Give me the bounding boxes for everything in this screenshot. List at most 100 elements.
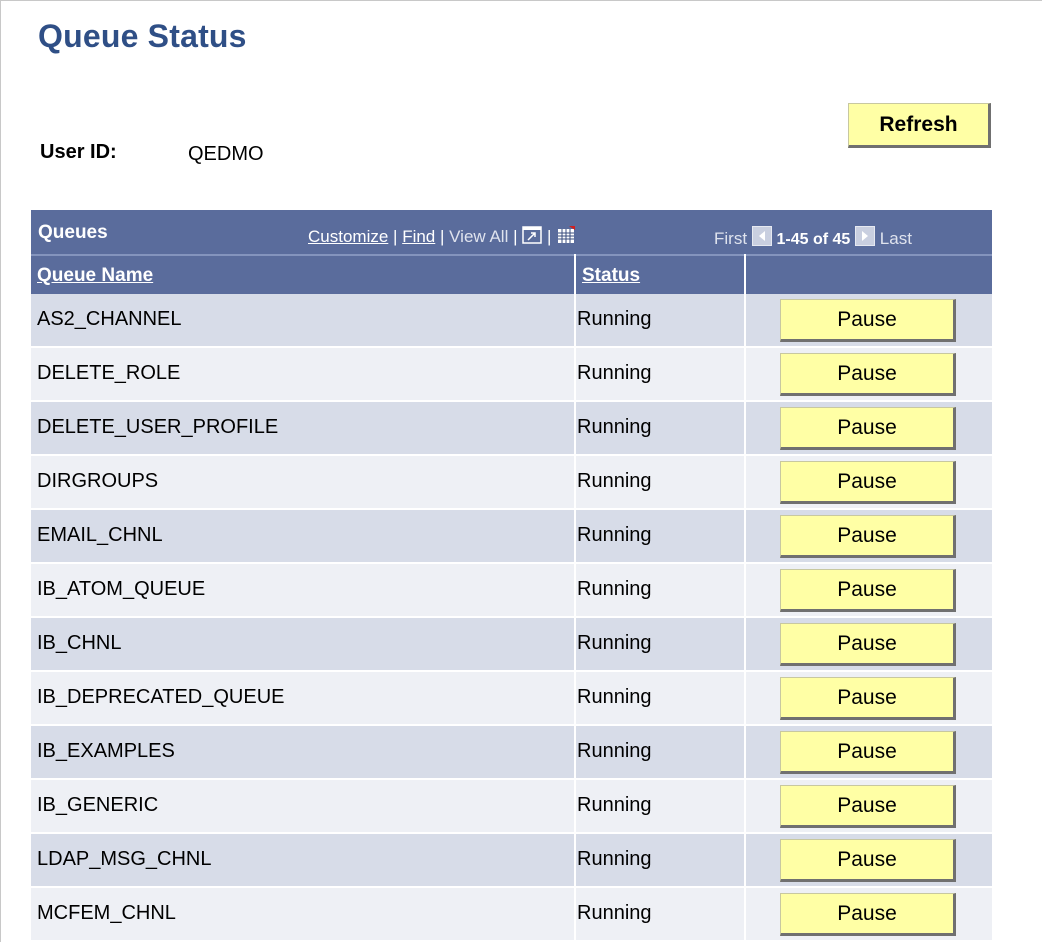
pause-button[interactable]: Pause [780, 731, 956, 774]
previous-page-icon[interactable] [751, 226, 772, 246]
column-header-status-label[interactable]: Status [582, 265, 640, 287]
queue-name-cell: IB_ATOM_QUEUE [37, 578, 206, 600]
queue-status-cell: Running [577, 308, 652, 330]
view-all-link[interactable]: View All [449, 227, 508, 246]
column-divider [744, 348, 746, 400]
queue-name-cell: IB_CHNL [37, 632, 122, 654]
queue-status-cell: Running [577, 902, 652, 924]
column-divider [744, 672, 746, 724]
pause-button[interactable]: Pause [780, 569, 956, 612]
column-divider [574, 348, 576, 400]
frame-border-top [0, 0, 1042, 1]
column-divider [574, 672, 576, 724]
refresh-button[interactable]: Refresh [848, 103, 991, 148]
queue-status-cell: Running [577, 362, 652, 384]
column-divider [574, 402, 576, 454]
find-link[interactable]: Find [402, 227, 435, 246]
column-divider [574, 510, 576, 562]
column-header-status[interactable]: Status [576, 254, 744, 294]
column-divider [744, 510, 746, 562]
queue-name-cell: DELETE_ROLE [37, 362, 181, 384]
separator: | [435, 227, 450, 246]
grid-title: Queues [38, 222, 108, 243]
queue-name-cell: IB_GENERIC [37, 794, 159, 816]
queue-status-cell: Running [577, 794, 652, 816]
table-row: DELETE_USER_PROFILE Running Pause [31, 402, 992, 455]
queue-status-cell: Running [577, 848, 652, 870]
pause-button[interactable]: Pause [780, 461, 956, 504]
pause-button[interactable]: Pause [780, 785, 956, 828]
table-row: IB_DEPRECATED_QUEUE Running Pause [31, 672, 992, 725]
grid-pager: First 1-45 of 45 Last [714, 226, 912, 249]
separator: | [542, 227, 557, 246]
new-window-icon[interactable] [522, 226, 542, 244]
column-divider [574, 564, 576, 616]
queue-name-cell: DELETE_USER_PROFILE [37, 416, 279, 438]
queue-status-cell: Running [577, 524, 652, 546]
column-divider [574, 780, 576, 832]
separator: | [508, 227, 523, 246]
queue-name-cell: MCFEM_CHNL [37, 902, 176, 924]
column-divider [744, 294, 746, 346]
table-row: LDAP_MSG_CHNL Running Pause [31, 834, 992, 887]
separator: | [388, 227, 403, 246]
column-header-queue-name[interactable]: Queue Name [31, 254, 574, 294]
column-header-queue-name-label[interactable]: Queue Name [37, 265, 153, 287]
column-divider [574, 618, 576, 670]
column-divider [574, 888, 576, 940]
pause-button[interactable]: Pause [780, 299, 956, 342]
column-divider [574, 834, 576, 886]
queue-status-cell: Running [577, 632, 652, 654]
page-range: 1-45 of 45 [776, 231, 851, 248]
table-row: DELETE_ROLE Running Pause [31, 348, 992, 401]
queue-status-cell: Running [577, 470, 652, 492]
queue-name-cell: EMAIL_CHNL [37, 524, 163, 546]
column-divider [574, 726, 576, 778]
pause-button[interactable]: Pause [780, 677, 956, 720]
download-spreadsheet-icon[interactable] [556, 226, 576, 244]
column-divider [744, 726, 746, 778]
column-divider [744, 456, 746, 508]
column-divider [744, 888, 746, 940]
table-row: AS2_CHANNEL Running Pause [31, 294, 992, 347]
table-row: DIRGROUPS Running Pause [31, 456, 992, 509]
table-row: IB_ATOM_QUEUE Running Pause [31, 564, 992, 617]
pause-button[interactable]: Pause [780, 515, 956, 558]
table-row: MCFEM_CHNL Running Pause [31, 888, 992, 941]
queue-name-cell: IB_DEPRECATED_QUEUE [37, 686, 285, 708]
customize-link[interactable]: Customize [308, 227, 388, 246]
first-link[interactable]: First [714, 229, 747, 248]
column-divider [744, 834, 746, 886]
queue-name-cell: IB_EXAMPLES [37, 740, 175, 762]
grid-header-bar: Queues Customize | Find | View All | | F… [31, 210, 992, 254]
user-id-value: QEDMO [188, 143, 264, 165]
table-row: EMAIL_CHNL Running Pause [31, 510, 992, 563]
column-divider [574, 294, 576, 346]
column-header-action [746, 254, 992, 294]
pause-button[interactable]: Pause [780, 893, 956, 936]
queue-status-cell: Running [577, 686, 652, 708]
grid-toolbar: Customize | Find | View All | | [308, 226, 576, 247]
last-link[interactable]: Last [880, 229, 912, 248]
pause-button[interactable]: Pause [780, 839, 956, 882]
column-divider [744, 780, 746, 832]
frame-border-left [0, 0, 1, 942]
queue-status-cell: Running [577, 740, 652, 762]
pause-button[interactable]: Pause [780, 407, 956, 450]
next-page-icon[interactable] [855, 226, 876, 246]
queue-status-cell: Running [577, 416, 652, 438]
table-row: IB_GENERIC Running Pause [31, 780, 992, 833]
column-divider [744, 564, 746, 616]
pause-button[interactable]: Pause [780, 623, 956, 666]
column-divider [744, 618, 746, 670]
table-row: IB_EXAMPLES Running Pause [31, 726, 992, 779]
queue-status-cell: Running [577, 578, 652, 600]
queue-name-cell: LDAP_MSG_CHNL [37, 848, 212, 870]
user-id-label: User ID: [40, 141, 117, 163]
pause-button[interactable]: Pause [780, 353, 956, 396]
page-title: Queue Status [38, 18, 247, 54]
queue-name-cell: AS2_CHANNEL [37, 308, 182, 330]
column-divider [744, 402, 746, 454]
queue-name-cell: DIRGROUPS [37, 470, 159, 492]
column-divider [574, 456, 576, 508]
